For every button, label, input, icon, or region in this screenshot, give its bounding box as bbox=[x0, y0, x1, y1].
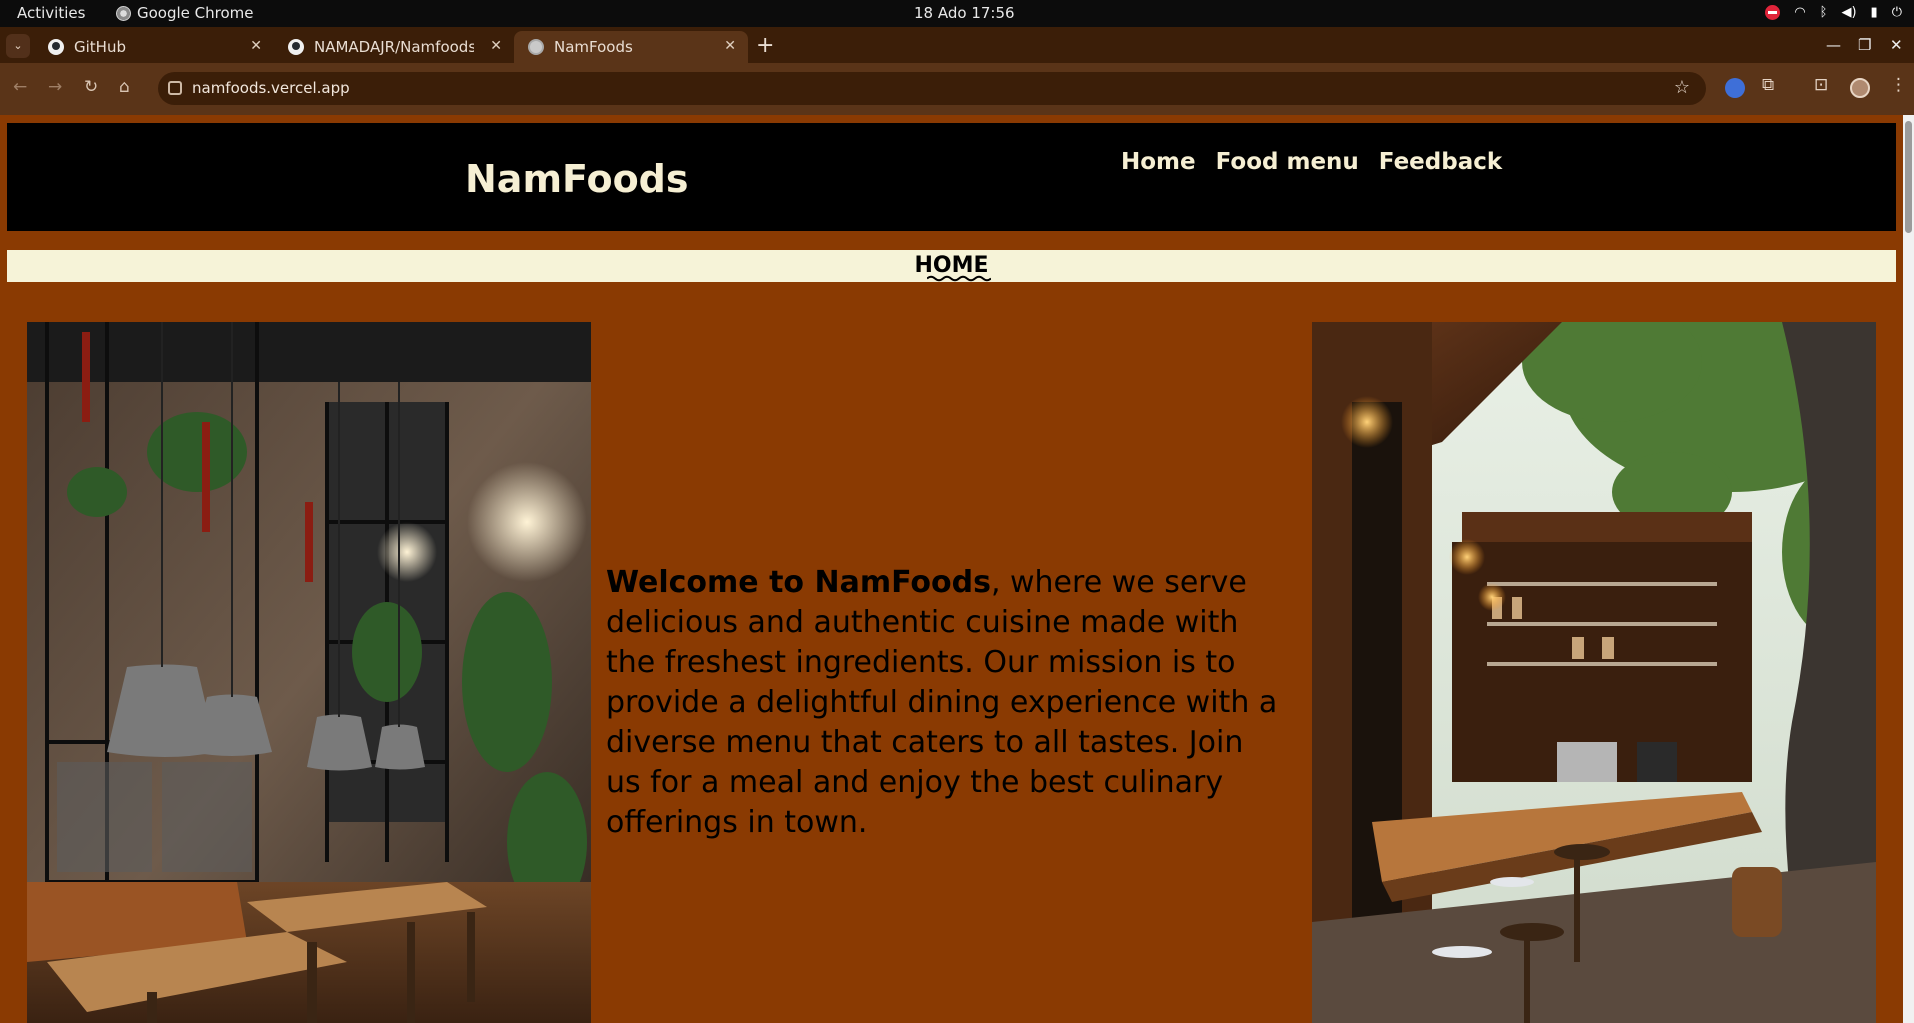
intro-text: Welcome to NamFoods, where we serve deli… bbox=[606, 563, 1286, 843]
close-tab-icon[interactable]: ✕ bbox=[490, 38, 502, 54]
cast-icon[interactable]: ⊡ bbox=[1814, 75, 1834, 95]
browser-toolbar: ← → ↻ ⌂ namfoods.vercel.app ☆ ⧉ ⊡ ⋮ bbox=[0, 63, 1914, 115]
tab-label: GitHub bbox=[74, 38, 126, 56]
nav-link-home[interactable]: Home bbox=[1121, 149, 1196, 175]
os-top-bar: Activities Google Chrome 18 Ado 17:56 ◠ … bbox=[0, 0, 1914, 27]
github-icon bbox=[288, 39, 304, 55]
extensions-icon[interactable]: ⧉ bbox=[1762, 75, 1782, 95]
page-banner: HOME bbox=[7, 250, 1896, 282]
page-viewport: NamFoods Home Food menu Feedback HOME We… bbox=[0, 115, 1914, 1023]
power-icon: ⏻ bbox=[1891, 5, 1902, 20]
forward-icon[interactable]: → bbox=[48, 77, 62, 97]
volume-icon: ◀) bbox=[1841, 5, 1857, 20]
close-tab-icon[interactable]: ✕ bbox=[250, 38, 262, 54]
intro-strong: Welcome to NamFoods bbox=[606, 565, 991, 600]
minimize-icon[interactable]: — bbox=[1826, 36, 1841, 54]
globe-icon bbox=[528, 39, 544, 55]
main-nav: Home Food menu Feedback bbox=[1121, 149, 1502, 175]
address-bar[interactable]: namfoods.vercel.app ☆ bbox=[158, 72, 1706, 105]
new-tab-button[interactable]: + bbox=[756, 33, 774, 58]
site-info-icon[interactable] bbox=[168, 81, 182, 95]
google-lens-icon[interactable] bbox=[1725, 78, 1745, 98]
back-icon[interactable]: ← bbox=[13, 77, 27, 97]
site-logo: NamFoods bbox=[465, 157, 689, 201]
app-menu[interactable]: Google Chrome bbox=[116, 4, 254, 22]
page-scrollbar[interactable] bbox=[1903, 115, 1914, 1023]
clock[interactable]: 18 Ado 17:56 bbox=[914, 4, 1015, 22]
tab-search-button[interactable]: ⌄ bbox=[6, 34, 30, 58]
app-name: Google Chrome bbox=[137, 4, 254, 22]
profile-avatar[interactable] bbox=[1850, 78, 1870, 98]
intro-body: , where we serve delicious and authentic… bbox=[606, 565, 1278, 840]
do-not-disturb-icon bbox=[1765, 5, 1781, 20]
home-icon[interactable]: ⌂ bbox=[119, 77, 130, 97]
bookmark-star-icon[interactable]: ☆ bbox=[1674, 77, 1690, 98]
reload-icon[interactable]: ↻ bbox=[84, 77, 98, 97]
url-text[interactable]: namfoods.vercel.app bbox=[192, 79, 350, 97]
outdoor-bar-photo bbox=[1312, 322, 1876, 1023]
tab-label: NAMADAJR/Namfoods: bbox=[314, 38, 474, 56]
close-tab-icon[interactable]: ✕ bbox=[724, 38, 736, 54]
chrome-icon bbox=[116, 5, 131, 21]
activities-button[interactable]: Activities bbox=[17, 4, 85, 22]
tab-github[interactable]: GitHub ✕ bbox=[34, 31, 274, 63]
nav-link-food-menu[interactable]: Food menu bbox=[1216, 149, 1359, 175]
wavy-underline bbox=[927, 275, 991, 282]
bluetooth-icon: ᛒ bbox=[1819, 5, 1828, 20]
github-icon bbox=[48, 39, 64, 55]
tab-namfoods-repo[interactable]: NAMADAJR/Namfoods: ✕ bbox=[274, 31, 514, 63]
scrollbar-thumb[interactable] bbox=[1905, 121, 1912, 233]
site-header: NamFoods Home Food menu Feedback bbox=[7, 123, 1896, 231]
tab-strip: ⌄ GitHub ✕ NAMADAJR/Namfoods: ✕ NamFoods… bbox=[0, 27, 1914, 63]
nav-link-feedback[interactable]: Feedback bbox=[1379, 149, 1502, 175]
maximize-icon[interactable]: ❐ bbox=[1858, 36, 1871, 54]
battery-icon: ▮ bbox=[1870, 5, 1878, 20]
wifi-icon: ◠ bbox=[1794, 5, 1806, 20]
chrome-menu-icon[interactable]: ⋮ bbox=[1890, 75, 1910, 95]
close-window-icon[interactable]: ✕ bbox=[1890, 36, 1903, 54]
tab-namfoods[interactable]: NamFoods ✕ bbox=[514, 31, 748, 63]
restaurant-interior-photo bbox=[27, 322, 591, 1023]
system-tray[interactable]: ◠ ᛒ ◀) ▮ ⏻ bbox=[1765, 5, 1902, 20]
tab-label: NamFoods bbox=[554, 38, 633, 56]
